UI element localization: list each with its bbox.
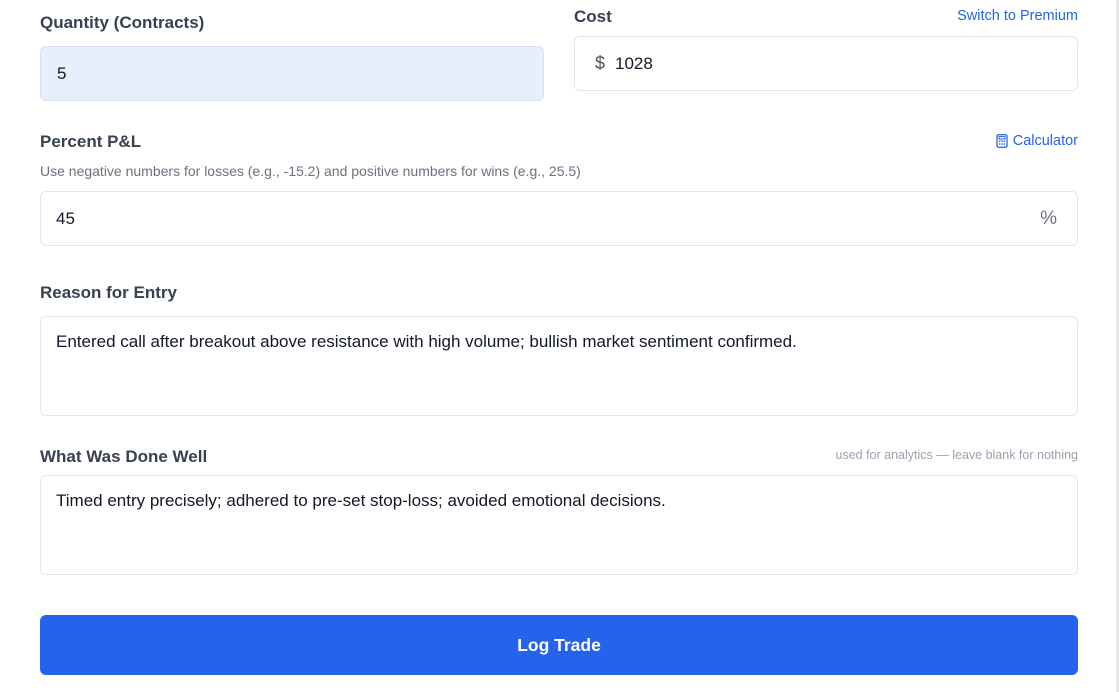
done-well-label: What Was Done Well — [40, 447, 208, 466]
calculator-link-label: Calculator — [1012, 133, 1078, 149]
percent-pnl-input[interactable]: 45 % — [40, 191, 1078, 246]
cost-label: Cost — [574, 7, 612, 26]
percent-pnl-hint: Use negative numbers for losses (e.g., -… — [40, 163, 581, 179]
done-well-textarea[interactable]: Timed entry precisely; adhered to pre-se… — [40, 475, 1078, 575]
quantity-input[interactable]: 5 — [40, 46, 544, 101]
cost-value: 1028 — [615, 53, 653, 73]
percent-suffix: % — [1040, 207, 1057, 229]
done-well-note: used for analytics — leave blank for not… — [835, 448, 1079, 462]
calculator-icon — [996, 134, 1008, 148]
reason-for-entry-value: Entered call after breakout above resist… — [56, 332, 797, 351]
done-well-value: Timed entry precisely; adhered to pre-se… — [56, 491, 666, 510]
switch-to-premium-link[interactable]: Switch to Premium — [957, 8, 1078, 24]
reason-for-entry-textarea[interactable]: Entered call after breakout above resist… — [40, 316, 1078, 416]
percent-pnl-label: Percent P&L — [40, 132, 142, 151]
reason-for-entry-label: Reason for Entry — [40, 283, 177, 302]
cost-input[interactable]: $ 1028 — [574, 36, 1078, 91]
quantity-value: 5 — [57, 63, 67, 83]
percent-pnl-value: 45 — [56, 208, 75, 228]
log-trade-button[interactable]: Log Trade — [40, 615, 1078, 675]
calculator-link[interactable]: Calculator — [996, 133, 1078, 149]
dollar-sign: $ — [595, 53, 606, 73]
quantity-label: Quantity (Contracts) — [40, 13, 205, 32]
